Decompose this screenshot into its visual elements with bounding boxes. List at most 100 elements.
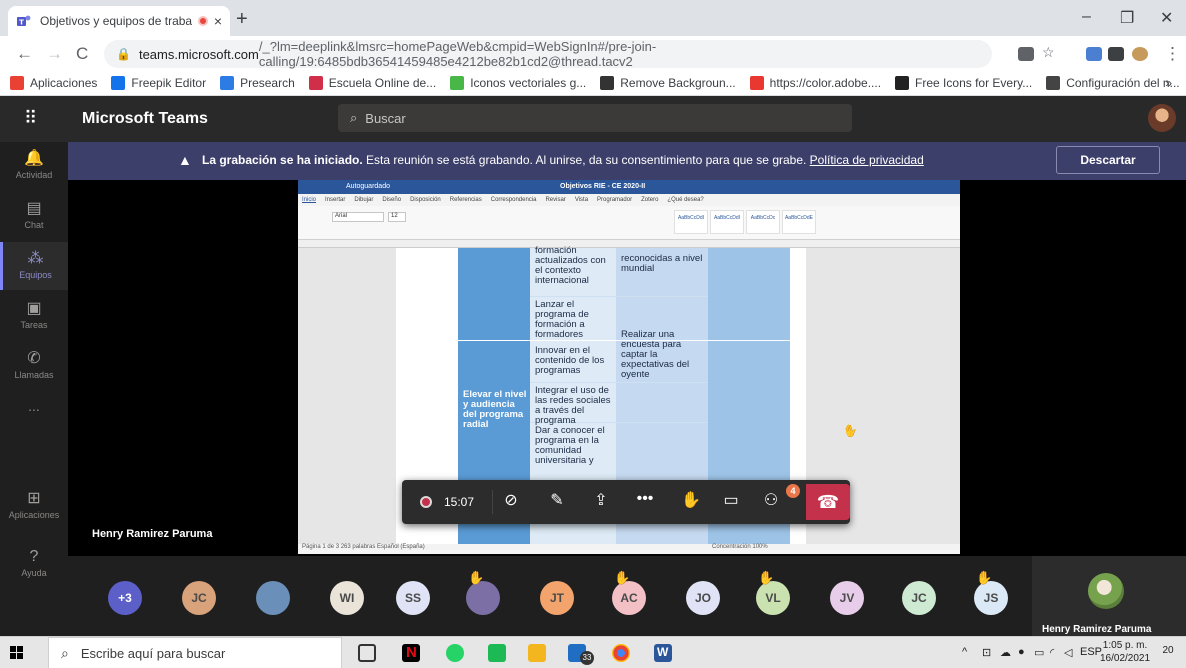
url-path: /_?lm=deeplink&lmsrc=homePageWeb&cmpid=W…: [258, 39, 657, 69]
bookmark-item[interactable]: Freepik Editor: [111, 75, 206, 90]
hang-up-button[interactable]: ☎: [806, 484, 850, 520]
bookmark-item[interactable]: https://color.adobe....: [749, 75, 881, 90]
window-restore-button[interactable]: ❐: [1120, 8, 1134, 28]
participant-avatar[interactable]: [466, 581, 500, 615]
participant-avatar[interactable]: SS: [396, 581, 430, 615]
rail-item-llamadas[interactable]: ✆ Llamadas: [0, 342, 68, 390]
participant-avatar[interactable]: JT: [540, 581, 574, 615]
table-cell: Elevar el nivel y audiencia del programa…: [463, 389, 527, 430]
participant-avatar[interactable]: WI: [330, 581, 364, 615]
word-menu-tab: Vista: [574, 197, 589, 203]
rail-item-chat[interactable]: ▤ Chat: [0, 192, 68, 240]
dismiss-button[interactable]: Descartar: [1056, 146, 1160, 174]
app-title: Microsoft Teams: [82, 110, 208, 127]
cast-icon[interactable]: [1018, 47, 1034, 61]
participant-avatar[interactable]: JV: [830, 581, 864, 615]
call-controls-bar: 15:07 4 ☎ ⊘ ✎ ⇪ ••• ✋ ▭ ⚇: [402, 480, 850, 524]
tray-chevron-icon[interactable]: ^: [962, 646, 967, 658]
bookmark-label: Escuela Online de...: [328, 75, 437, 90]
bell-icon: 🔔: [24, 150, 44, 167]
recording-message-bold: La grabación se ha iniciado.: [202, 153, 363, 167]
bookmark-item[interactable]: Aplicaciones: [10, 75, 97, 90]
teams-search-input[interactable]: ⌕ Buscar: [338, 104, 852, 132]
bookmark-item[interactable]: Configuración del n...: [1046, 75, 1180, 90]
bookmark-item[interactable]: Escuela Online de...: [308, 75, 437, 90]
new-tab-button[interactable]: +: [236, 8, 248, 31]
raised-hand-icon: ✋: [976, 570, 993, 585]
rail-item-tareas[interactable]: ▣ Tareas: [0, 292, 68, 340]
user-avatar[interactable]: [1148, 104, 1176, 132]
tab-close-button[interactable]: ×: [214, 13, 222, 29]
help-icon: ?: [29, 548, 39, 565]
bookmark-item[interactable]: Free Icons for Every...: [895, 75, 1032, 90]
bookmark-label: Configuración del n...: [1066, 75, 1180, 90]
raise-hand-icon[interactable]: ✋: [678, 490, 704, 514]
translate-extension-icon[interactable]: [1086, 47, 1102, 61]
action-center-badge[interactable]: 20: [1160, 645, 1176, 661]
language-indicator[interactable]: ESP: [1080, 646, 1102, 658]
file-explorer-icon[interactable]: [528, 644, 546, 662]
more-actions-icon[interactable]: •••: [632, 490, 658, 514]
participant-avatar[interactable]: +3: [108, 581, 142, 615]
rail-item-aplicaciones[interactable]: ⊞ Aplicaciones: [0, 482, 68, 530]
window-close-button[interactable]: ✕: [1160, 8, 1173, 28]
chat-toggle-icon[interactable]: ▭: [718, 490, 744, 514]
participant-avatar[interactable]: JC: [182, 581, 216, 615]
app-launcher-icon[interactable]: ⠿: [24, 108, 37, 129]
forward-button[interactable]: →: [46, 44, 63, 64]
bookmark-item[interactable]: Presearch: [220, 75, 295, 90]
bookmarks-overflow-button[interactable]: »: [1165, 76, 1172, 90]
word-menu-tab: Insertar: [325, 197, 346, 203]
address-bar[interactable]: 🔒 teams.microsoft.com /_?lm=deeplink&lms…: [104, 39, 992, 69]
word-icon[interactable]: W: [654, 644, 672, 662]
taskbar-search-input[interactable]: ⌕ Escribe aquí para buscar: [48, 637, 342, 668]
netflix-icon[interactable]: N: [402, 644, 420, 662]
recording-banner: ▲ La grabación se ha iniciado. Esta reun…: [68, 142, 1186, 180]
bookmark-item[interactable]: Remove Backgroun...: [600, 75, 736, 90]
participant-avatar[interactable]: AC: [612, 581, 646, 615]
system-clock[interactable]: 1:05 p. m. 16/02/2021: [1100, 639, 1150, 665]
participant-avatar[interactable]: JS: [974, 581, 1008, 615]
chrome-icon[interactable]: [612, 644, 630, 662]
onedrive-icon[interactable]: ☁: [1000, 646, 1011, 659]
bookmark-favicon-icon: [10, 75, 24, 90]
rail-item-equipos[interactable]: ⁂ Equipos: [0, 242, 68, 290]
microphone-icon[interactable]: ●: [1018, 646, 1025, 658]
mic-off-icon[interactable]: ✎: [544, 490, 570, 514]
tray-app-icon[interactable]: ⊡: [982, 646, 991, 659]
table-cell: Lanzar el programa de formación a formad…: [535, 299, 589, 340]
back-button[interactable]: ←: [16, 44, 33, 64]
bookmark-star-icon[interactable]: ☆: [1042, 44, 1058, 60]
profile-icon[interactable]: [1132, 47, 1148, 61]
chrome-menu-button[interactable]: ⋮: [1164, 44, 1181, 64]
tasks-icon: ▣: [26, 300, 42, 317]
participant-avatar[interactable]: JO: [686, 581, 720, 615]
participant-avatar[interactable]: JC: [902, 581, 936, 615]
bookmark-item[interactable]: Iconos vectoriales g...: [450, 75, 586, 90]
window-minimize-button[interactable]: –: [1082, 8, 1091, 26]
reload-button[interactable]: C: [76, 44, 88, 64]
volume-icon[interactable]: ◁: [1064, 646, 1072, 659]
whatsapp-icon[interactable]: [446, 644, 464, 662]
camera-off-icon[interactable]: ⊘: [498, 490, 524, 514]
rail-more-button[interactable]: ...: [0, 398, 68, 446]
extensions-icon[interactable]: [1108, 47, 1124, 61]
share-screen-icon[interactable]: ⇪: [588, 490, 614, 514]
wifi-icon[interactable]: ◜: [1050, 646, 1054, 659]
participant-avatar[interactable]: [256, 581, 290, 615]
rail-item-label: Tareas: [20, 320, 48, 330]
rail-item-ayuda[interactable]: ? Ayuda: [0, 542, 68, 590]
spotify-icon[interactable]: [488, 644, 506, 662]
windows-start-icon[interactable]: [10, 646, 24, 660]
battery-icon[interactable]: ▭: [1034, 646, 1044, 659]
task-view-icon[interactable]: [358, 644, 376, 662]
rail-item-actividad[interactable]: 🔔 Actividad: [0, 142, 68, 190]
participant-avatar[interactable]: VL: [756, 581, 790, 615]
bookmark-label: Remove Backgroun...: [620, 75, 736, 90]
bookmark-favicon-icon: [1046, 75, 1061, 90]
word-menu-tab: Zotero: [641, 197, 659, 203]
participants-icon[interactable]: ⚇: [758, 490, 784, 514]
privacy-policy-link[interactable]: Política de privacidad: [810, 153, 924, 167]
browser-tab-teams[interactable]: T Objetivos y equipos de traba ×: [8, 6, 230, 36]
word-menu-tab: Inicio: [302, 197, 317, 203]
